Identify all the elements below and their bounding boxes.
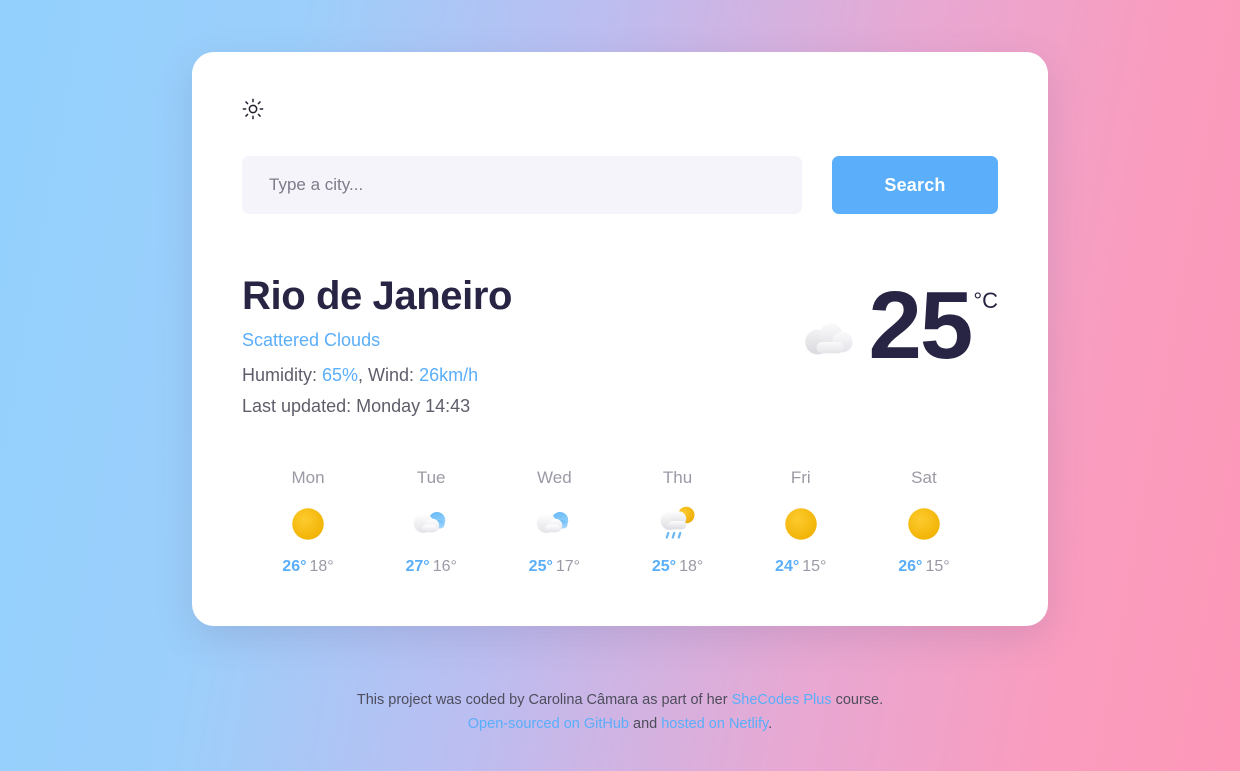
- forecast-day-label: Sat: [911, 467, 937, 487]
- humidity-label: Humidity:: [242, 364, 323, 385]
- forecast-max-temp: 27°: [405, 557, 430, 575]
- weekly-forecast: Mon 26° 18° Tue 27° 16° Wed 25° 17° Thu …: [242, 468, 998, 576]
- forecast-temps: 25° 17°: [502, 558, 606, 576]
- cloud-icon: [502, 500, 606, 548]
- forecast-max-temp: 26°: [898, 557, 923, 575]
- forecast-temps: 26° 18°: [256, 558, 360, 576]
- forecast-day: Mon 26° 18°: [256, 468, 360, 576]
- forecast-day: Tue 27° 16°: [379, 468, 483, 576]
- forecast-day: Sat 26° 15°: [872, 468, 976, 576]
- forecast-day: Wed 25° 17°: [502, 468, 606, 576]
- forecast-temps: 26° 15°: [872, 558, 976, 576]
- forecast-day-label: Tue: [416, 467, 446, 487]
- weather-card: Search Rio de Janeiro Scattered Clouds H…: [192, 52, 1048, 626]
- current-weather-details: Rio de Janeiro Scattered Clouds Humidity…: [242, 272, 512, 422]
- sun-icon[interactable]: [242, 98, 998, 120]
- forecast-temps: 24° 15°: [749, 558, 853, 576]
- forecast-temps: 27° 16°: [379, 558, 483, 576]
- github-link[interactable]: Open-sourced on GitHub: [468, 716, 629, 732]
- forecast-day: Fri 24° 15°: [749, 468, 853, 576]
- humidity-value: 65%: [322, 364, 359, 385]
- forecast-min-temp: 18°: [309, 557, 334, 575]
- search-button[interactable]: Search: [832, 156, 998, 214]
- sun-icon: [872, 500, 976, 548]
- footer-period: .: [768, 716, 773, 733]
- sun-rain-cloud-icon: [626, 500, 730, 548]
- current-temperature-block: 25 °C: [797, 272, 998, 379]
- wind-value: 26km/h: [419, 364, 479, 385]
- current-weather: Rio de Janeiro Scattered Clouds Humidity…: [242, 272, 998, 422]
- forecast-max-temp: 24°: [775, 557, 800, 575]
- last-updated: Last updated: Monday 14:43: [242, 395, 471, 416]
- forecast-min-temp: 18°: [679, 557, 704, 575]
- weather-condition: Scattered Clouds: [242, 329, 381, 350]
- search-form: Search: [242, 156, 998, 214]
- footer-course-text: course.: [831, 692, 884, 708]
- forecast-min-temp: 16°: [432, 557, 457, 575]
- footer-line-1: This project was coded by Carolina Câmar…: [0, 688, 1240, 712]
- temperature-value: 25: [868, 272, 974, 379]
- footer-and-text: and: [628, 716, 662, 733]
- wind-label: , Wind:: [358, 364, 420, 385]
- brightness-toggle-row: [242, 98, 998, 132]
- temperature-unit: °C: [973, 288, 998, 313]
- forecast-min-temp: 15°: [802, 557, 827, 575]
- forecast-max-temp: 25°: [528, 557, 553, 575]
- city-name: Rio de Janeiro: [242, 274, 513, 318]
- netlify-link[interactable]: hosted on Netlify: [661, 716, 768, 732]
- forecast-temps: 25° 18°: [626, 558, 730, 576]
- page-footer: This project was coded by Carolina Câmar…: [0, 688, 1240, 737]
- forecast-day-label: Wed: [537, 467, 572, 487]
- forecast-day-label: Mon: [291, 467, 325, 487]
- sun-icon: [749, 500, 853, 548]
- forecast-min-temp: 15°: [925, 557, 950, 575]
- forecast-day-label: Thu: [662, 467, 693, 487]
- search-input[interactable]: [242, 156, 802, 214]
- cloud-icon: [797, 280, 869, 379]
- sun-icon: [256, 500, 360, 548]
- footer-line-2: Open-sourced on GitHub and hosted on Net…: [0, 712, 1240, 736]
- shecodes-plus-link[interactable]: SheCodes Plus: [732, 692, 832, 708]
- weather-metrics: Humidity: 65%, Wind: 26km/h: [242, 360, 512, 391]
- forecast-max-temp: 25°: [651, 557, 677, 575]
- footer-credit-text: This project was coded by Carolina Câmar…: [356, 692, 732, 708]
- forecast-min-temp: 17°: [555, 557, 581, 575]
- cloud-icon: [379, 500, 483, 548]
- forecast-max-temp: 26°: [282, 557, 307, 575]
- forecast-day: Thu 25° 18°: [626, 468, 730, 576]
- forecast-day-label: Fri: [790, 467, 811, 487]
